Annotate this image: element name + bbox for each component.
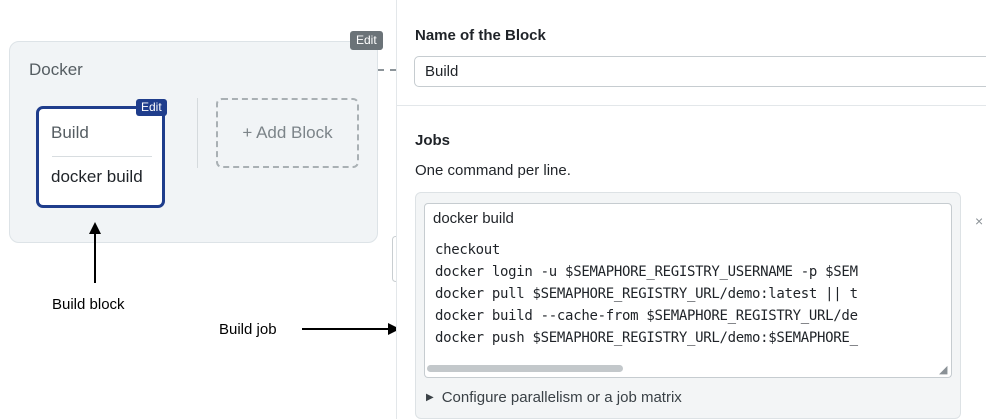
- annotation-build-block: Build block: [52, 296, 125, 313]
- block-name: Build: [51, 123, 89, 142]
- pipeline-edit-button[interactable]: Edit: [350, 31, 383, 50]
- configure-parallelism-label: Configure parallelism or a job matrix: [441, 389, 682, 406]
- block-name-heading: Name of the Block: [415, 27, 546, 44]
- pipeline-name: Docker: [29, 60, 83, 79]
- annotation-build-job: Build job: [219, 321, 277, 338]
- block-name-input[interactable]: [414, 56, 986, 87]
- resize-grip-icon[interactable]: ◢: [939, 363, 947, 376]
- configure-parallelism-toggle[interactable]: ▶ Configure parallelism or a job matrix: [426, 389, 682, 406]
- job-commands-textarea[interactable]: checkout docker login -u $SEMAPHORE_REGI…: [424, 232, 952, 378]
- command-line: docker login -u $SEMAPHORE_REGISTRY_USER…: [435, 264, 858, 280]
- panel-divider: [397, 105, 986, 106]
- command-line: checkout: [435, 242, 501, 258]
- build-block[interactable]: [36, 106, 165, 208]
- block-divider: [52, 156, 152, 157]
- close-icon[interactable]: ×: [975, 213, 983, 229]
- commands-horizontal-scrollbar[interactable]: [427, 365, 623, 372]
- command-line: docker pull $SEMAPHORE_REGISTRY_URL/demo…: [435, 286, 858, 302]
- pipeline-connector: [378, 69, 396, 71]
- jobs-subtitle: One command per line.: [415, 162, 571, 179]
- annotation-arrow-job: [302, 328, 390, 330]
- jobs-heading: Jobs: [415, 132, 451, 149]
- job-name-input[interactable]: [424, 203, 952, 233]
- triangle-right-icon: ▶: [426, 392, 434, 403]
- add-block-label: + Add Block: [242, 123, 333, 142]
- command-line: docker build --cache-from $SEMAPHORE_REG…: [435, 308, 858, 324]
- block-edit-button[interactable]: Edit: [136, 99, 167, 116]
- command-line: docker push $SEMAPHORE_REGISTRY_URL/demo…: [435, 330, 858, 346]
- add-block-button[interactable]: + Add Block: [216, 98, 359, 168]
- block-job-item[interactable]: docker build: [51, 167, 143, 187]
- block-separator: [197, 98, 198, 168]
- annotation-arrow-block: [94, 232, 96, 283]
